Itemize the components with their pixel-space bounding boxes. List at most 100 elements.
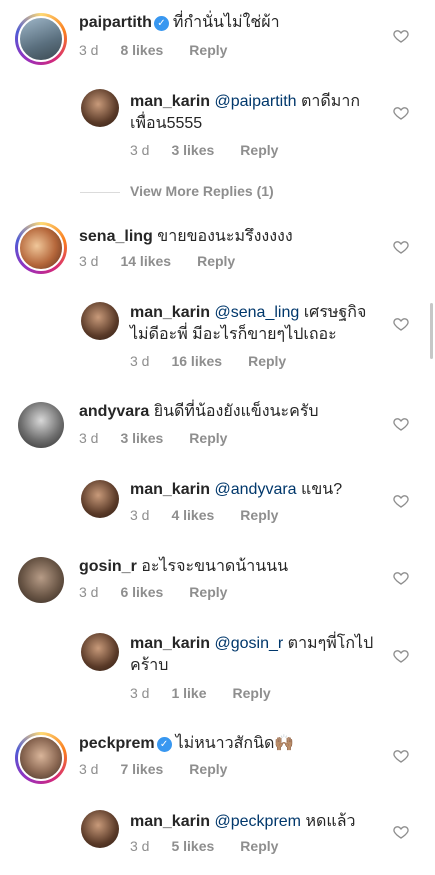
comment-meta: 3 d 3 likes Reply [79,430,227,446]
comment-meta: 3 d 4 likes Reply [130,507,278,523]
heart-outline-icon[interactable] [393,28,409,44]
likes-count[interactable]: 6 likes [120,584,163,600]
comment-text: ยินดีที่น้องยังแข็งนะครับ [153,403,319,420]
scrollbar[interactable] [430,303,433,359]
mention-link[interactable]: @gosin_r [215,635,284,652]
likes-count[interactable]: 4 likes [171,507,214,523]
reply-button[interactable]: Reply [240,142,278,158]
timestamp: 3 d [130,685,150,701]
username[interactable]: andyvara [79,403,149,420]
mention-link[interactable]: @paipartith [215,93,297,110]
likes-count[interactable]: 3 likes [120,430,163,446]
comment-meta: 3 d 7 likes Reply [79,761,227,777]
comment-text: ตาดีมาก [301,93,360,110]
comment-body: man_karin @sena_ling เศรษฐกิจไม่ดีอะพี่ … [130,302,390,346]
comment-text: ไม่หนาวสักนิด🙌🏽 [175,735,295,752]
avatar[interactable] [81,89,119,127]
comment-meta: 3 d 8 likes Reply [79,42,227,58]
reply-button[interactable]: Reply [233,685,271,701]
heart-outline-icon[interactable] [393,493,409,509]
reply-button[interactable]: Reply [189,584,227,600]
comment-meta: 3 d 1 like Reply [130,685,271,701]
comment-meta: 3 d 6 likes Reply [79,584,227,600]
username[interactable]: man_karin [130,813,210,830]
avatar[interactable] [15,732,67,784]
mention-link[interactable]: @sena_ling [215,304,300,321]
timestamp: 3 d [79,761,99,777]
view-more-label[interactable]: View More Replies (1) [130,183,274,199]
comment-body: andyvara ยินดีที่น้องยังแข็งนะครับ [79,401,319,423]
comment-body: man_karin @paipartith ตาดีมากเพื่อน5555 [130,91,380,135]
likes-count[interactable]: 5 likes [171,838,214,854]
timestamp: 3 d [130,353,150,369]
likes-count[interactable]: 7 likes [120,761,163,777]
username[interactable]: paipartith [79,14,152,31]
heart-outline-icon[interactable] [393,648,409,664]
comment-body: gosin_r อะไรจะขนาดน้านนน [79,556,288,578]
comment-body: man_karin @gosin_r ตามๆพี่โกไปคร้าบ [130,633,380,677]
username[interactable]: man_karin [130,304,210,321]
heart-outline-icon[interactable] [393,824,409,840]
comment-text-line2: คร้าบ [130,657,169,674]
heart-outline-icon[interactable] [393,570,409,586]
timestamp: 3 d [79,430,99,446]
avatar[interactable] [81,810,119,848]
avatar[interactable] [15,222,67,274]
likes-count[interactable]: 16 likes [171,353,222,369]
likes-count[interactable]: 3 likes [171,142,214,158]
username[interactable]: man_karin [130,481,210,498]
heart-outline-icon[interactable] [393,239,409,255]
reply-button[interactable]: Reply [189,430,227,446]
comment-text: ที่กำนั่นไม่ใช่ผ้า [172,14,280,31]
comment-meta: 3 d 14 likes Reply [79,253,235,269]
likes-count[interactable]: 8 likes [120,42,163,58]
timestamp: 3 d [79,42,99,58]
comment-text: หดแล้ว [305,813,356,830]
reply-button[interactable]: Reply [189,761,227,777]
username[interactable]: sena_ling [79,228,153,245]
comment-meta: 3 d 5 likes Reply [130,838,278,854]
verified-badge-icon: ✓ [156,737,172,752]
username[interactable]: man_karin [130,93,210,110]
mention-link[interactable]: @peckprem [215,813,302,830]
reply-button[interactable]: Reply [189,42,227,58]
divider-line [80,191,120,193]
heart-outline-icon[interactable] [393,316,409,332]
username[interactable]: man_karin [130,635,210,652]
comment-body: peckprem ✓ ไม่หนาวสักนิด🙌🏽 [79,733,294,755]
mention-link[interactable]: @andyvara [215,481,297,498]
comment-text-line2: ไม่ดีอะพี่ มีอะไรก็ขายๆไปเถอะ [130,326,337,343]
avatar[interactable] [18,402,64,448]
comment-text-line2: เพื่อน5555 [130,115,203,132]
heart-outline-icon[interactable] [393,416,409,432]
comment-meta: 3 d 16 likes Reply [130,353,286,369]
avatar[interactable] [81,302,119,340]
reply-button[interactable]: Reply [240,838,278,854]
comment-body: sena_ling ขายของนะมรึงงงงง [79,226,293,248]
heart-outline-icon[interactable] [393,748,409,764]
heart-outline-icon[interactable] [393,105,409,121]
reply-button[interactable]: Reply [197,253,235,269]
timestamp: 3 d [130,838,150,854]
avatar[interactable] [81,480,119,518]
likes-count[interactable]: 14 likes [120,253,171,269]
timestamp: 3 d [79,584,99,600]
timestamp: 3 d [79,253,99,269]
comment-text: ขายของนะมรึงงงงง [157,228,293,245]
comment-text: ตามๆพี่โกไป [287,635,374,652]
reply-button[interactable]: Reply [240,507,278,523]
avatar[interactable] [18,557,64,603]
comment-body: man_karin @andyvara แขน? [130,479,342,501]
comment-body: man_karin @peckprem หดแล้ว [130,811,356,833]
verified-badge-icon: ✓ [153,16,169,31]
comment-body: paipartith ✓ ที่กำนั่นไม่ใช่ผ้า [79,12,280,34]
view-more-replies-button[interactable]: View More Replies (1) [80,183,274,199]
avatar[interactable] [15,13,67,65]
comment-text: เศรษฐกิจ [303,304,367,321]
avatar[interactable] [81,633,119,671]
likes-count[interactable]: 1 like [171,685,206,701]
username[interactable]: gosin_r [79,558,137,575]
reply-button[interactable]: Reply [248,353,286,369]
timestamp: 3 d [130,142,150,158]
username[interactable]: peckprem [79,735,155,752]
